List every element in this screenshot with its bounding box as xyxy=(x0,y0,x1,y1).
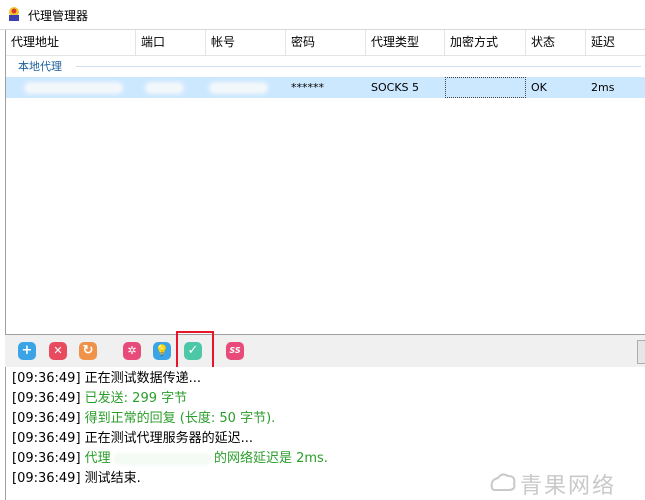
log-line: [09:36:49] 已发送: 299 字节 xyxy=(12,389,187,409)
log-line: [09:36:49] 测试结束. xyxy=(12,469,141,489)
cell-address xyxy=(6,77,136,98)
watermark-logo-icon xyxy=(490,473,516,491)
log-time: [09:36:49] xyxy=(12,431,81,446)
column-header-latency[interactable]: 延迟 xyxy=(586,30,645,55)
watermark-text: 青果网络 xyxy=(520,474,617,499)
log-line: [09:36:49] 正在测试代理服务器的延迟... xyxy=(12,429,253,449)
check-icon[interactable]: ✓ xyxy=(184,342,202,360)
log-message-prefix: 代理 xyxy=(84,451,111,466)
title-bar: 代理管理器 xyxy=(0,0,645,30)
log-message: 已发送: 299 字节 xyxy=(84,391,188,406)
log-time: [09:36:49] xyxy=(12,451,81,466)
refresh-icon[interactable]: ↻ xyxy=(79,342,97,360)
redacted-ip xyxy=(114,454,210,463)
log-message: 测试结束. xyxy=(84,471,141,486)
lightbulb-icon[interactable]: 💡 xyxy=(153,342,171,360)
column-header-address[interactable]: 代理地址 xyxy=(6,30,136,55)
log-line: [09:36:49] 正在测试数据传递... xyxy=(12,369,201,389)
app-icon xyxy=(9,7,19,21)
log-time: [09:36:49] xyxy=(12,411,81,426)
window-title: 代理管理器 xyxy=(28,9,89,23)
group-divider xyxy=(76,66,641,67)
log-message-suffix: 的网络延迟是 2ms. xyxy=(213,451,328,466)
cell-type: SOCKS 5 xyxy=(371,81,420,94)
column-header-port[interactable]: 端口 xyxy=(136,30,206,55)
toolbar: + ✕ ↻ ✲ 💡 ✓ SS xyxy=(5,331,645,371)
log-message: 正在测试代理服务器的延迟... xyxy=(84,431,254,446)
ss-icon[interactable]: SS xyxy=(226,342,244,360)
column-header-password[interactable]: 密码 xyxy=(286,30,366,55)
settings-icon[interactable]: ✲ xyxy=(123,342,141,360)
cell-port xyxy=(136,77,206,98)
log-message: 得到正常的回复 (长度: 50 字节). xyxy=(84,411,276,426)
cell-status: OK xyxy=(531,81,547,94)
cell-password: ****** xyxy=(291,81,324,94)
column-header-status[interactable]: 状态 xyxy=(526,30,586,55)
cell-account xyxy=(206,77,286,98)
table-row[interactable]: ****** SOCKS 5 OK 2ms xyxy=(6,77,645,98)
log-time: [09:36:49] xyxy=(12,371,81,386)
log-message: 正在测试数据传递... xyxy=(84,371,202,386)
proxy-manager-window: 代理管理器 代理地址 端口 帐号 密码 代理类型 加密方式 状态 延迟 本地代理… xyxy=(0,0,645,500)
cell-encryption[interactable] xyxy=(445,77,526,98)
add-icon[interactable]: + xyxy=(18,342,36,360)
group-label: 本地代理 xyxy=(18,60,62,73)
log-line: [09:36:49] 得到正常的回复 (长度: 50 字节). xyxy=(12,409,275,429)
table-header: 代理地址 端口 帐号 密码 代理类型 加密方式 状态 延迟 xyxy=(6,30,645,56)
cell-latency: 2ms xyxy=(591,81,615,94)
column-header-account[interactable]: 帐号 xyxy=(206,30,286,55)
log-time: [09:36:49] xyxy=(12,391,81,406)
delete-icon[interactable]: ✕ xyxy=(49,342,67,360)
proxy-table[interactable]: 代理地址 端口 帐号 密码 代理类型 加密方式 状态 延迟 本地代理 *****… xyxy=(5,30,645,334)
column-header-encryption[interactable]: 加密方式 xyxy=(445,30,526,55)
log-line: [09:36:49] 代理 的网络延迟是 2ms. xyxy=(12,449,328,469)
toolbar-scroll-stub[interactable] xyxy=(637,340,645,364)
log-time: [09:36:49] xyxy=(12,471,81,486)
column-header-type[interactable]: 代理类型 xyxy=(366,30,445,55)
